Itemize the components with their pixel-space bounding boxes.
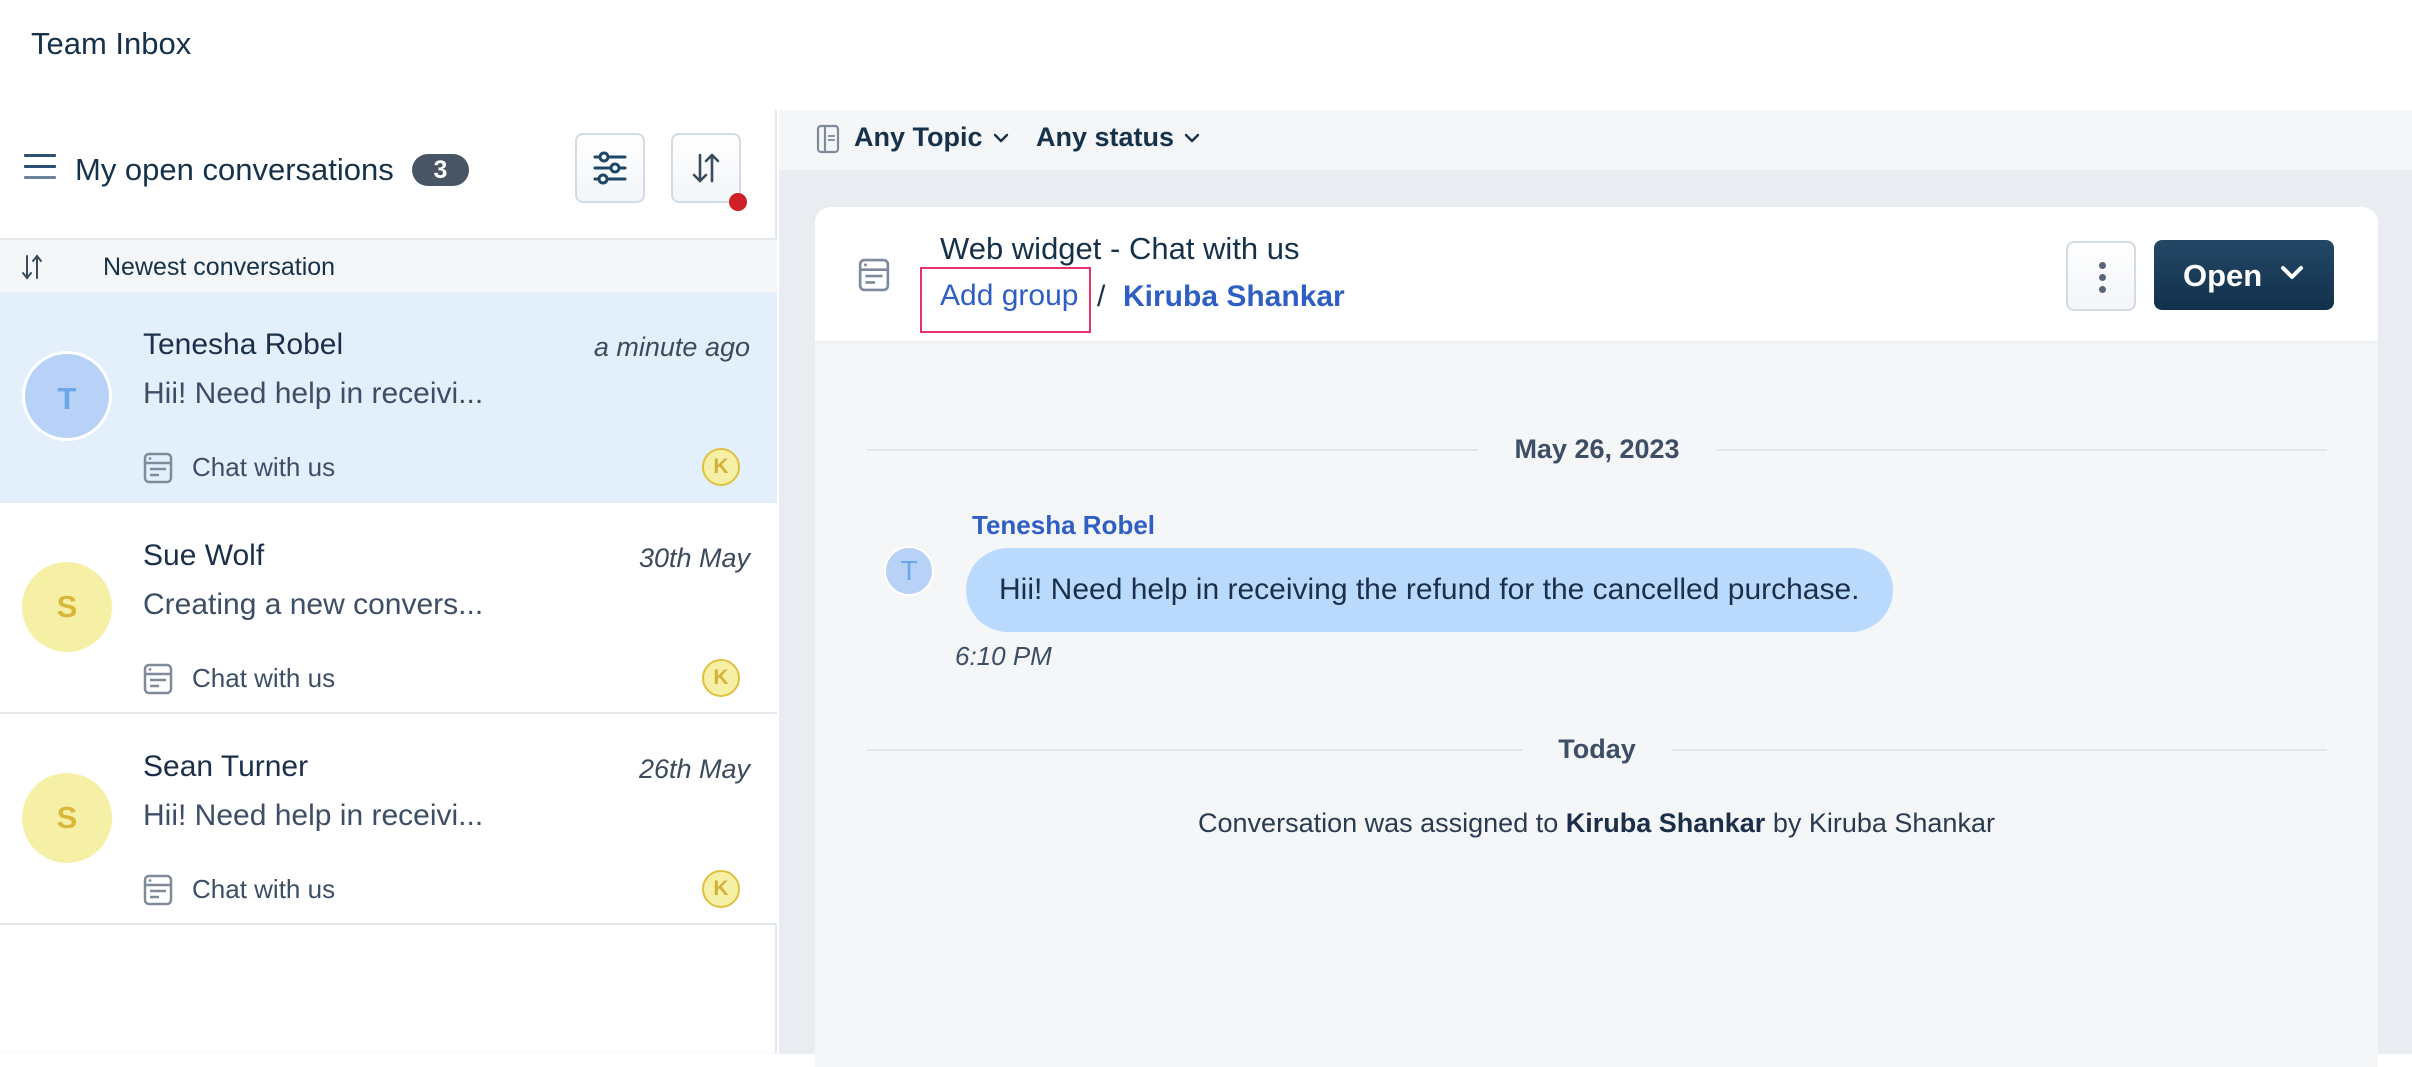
- date-divider: May 26, 2023: [867, 434, 2327, 464]
- sidebar-toggle-icon[interactable]: [816, 124, 840, 154]
- hamburger-menu-icon[interactable]: [24, 154, 56, 180]
- conversation-count-badge: 3: [412, 154, 469, 186]
- breadcrumb-separator: /: [1097, 280, 1106, 313]
- web-widget-icon: [858, 258, 890, 292]
- message-preview: Creating a new convers...: [143, 588, 484, 621]
- message-preview: Hii! Need help in receivi...: [143, 377, 484, 410]
- avatar: S: [22, 773, 112, 863]
- message-sender: Tenesha Robel: [972, 510, 1156, 540]
- status-filter-label: Any status: [1036, 122, 1175, 152]
- conversation-item[interactable]: S Sean Turner 26th May Hii! Need help in…: [0, 714, 777, 925]
- conversation-detail-panel: Any Topic Any status Web widget - Chat w…: [779, 110, 2412, 1067]
- conversation-list: T Tenesha Robel a minute ago Hii! Need h…: [0, 292, 777, 925]
- message-time: 6:10 PM: [955, 641, 1052, 671]
- conversation-item[interactable]: T Tenesha Robel a minute ago Hii! Need h…: [0, 292, 777, 503]
- more-options-button[interactable]: [2066, 241, 2136, 311]
- system-message-prefix: Conversation was assigned to: [1198, 808, 1559, 838]
- web-widget-icon: [143, 663, 173, 695]
- date-divider-label: May 26, 2023: [1478, 434, 1716, 464]
- filter-button[interactable]: [575, 133, 645, 203]
- app-title: Team Inbox: [31, 26, 192, 61]
- chevron-down-icon: [993, 133, 1008, 142]
- agent-avatar: K: [702, 448, 740, 486]
- topic-filter-dropdown[interactable]: Any Topic: [854, 122, 1009, 153]
- conversation-header: Web widget - Chat with us Add group / Ki…: [815, 207, 2378, 343]
- sort-order-row[interactable]: Newest conversation: [0, 238, 777, 292]
- conversation-time: a minute ago: [593, 332, 750, 362]
- agent-avatar: K: [702, 870, 740, 908]
- contact-name: Sue Wolf: [143, 539, 265, 572]
- system-message-assignee: Kiruba Shankar: [1565, 808, 1766, 838]
- topic-filter-label: Any Topic: [854, 122, 983, 152]
- today-divider-label: Today: [1522, 734, 1672, 764]
- sliders-icon: [593, 151, 627, 185]
- filter-bar: Any Topic Any status: [779, 110, 2412, 170]
- app-header: Team Inbox: [0, 0, 2412, 110]
- agent-avatar: K: [702, 659, 740, 697]
- system-message: Conversation was assigned to Kiruba Shan…: [815, 808, 2378, 839]
- web-widget-icon: [143, 874, 173, 906]
- sort-button[interactable]: [671, 133, 747, 211]
- message-preview: Hii! Need help in receivi...: [143, 799, 484, 832]
- contact-name: Sean Turner: [143, 750, 309, 783]
- sort-arrows-icon: [22, 254, 42, 280]
- today-divider: Today: [867, 734, 2327, 764]
- system-message-suffix: by Kiruba Shankar: [1772, 808, 1995, 838]
- status-filter-dropdown[interactable]: Any status: [1036, 122, 1200, 153]
- channel-label: Chat with us: [192, 663, 336, 693]
- web-widget-icon: [143, 452, 173, 484]
- channel-label: Chat with us: [192, 874, 336, 904]
- conversation-item[interactable]: S Sue Wolf 30th May Creating a new conve…: [0, 503, 777, 714]
- conversation-list-panel: My open conversations 3 Newest conversat…: [0, 110, 777, 1054]
- sort-label: Newest conversation: [103, 253, 336, 281]
- avatar: S: [22, 562, 112, 652]
- channel-label: Chat with us: [192, 452, 336, 482]
- contact-name: Tenesha Robel: [143, 328, 344, 361]
- conversation-time: 26th May: [638, 754, 750, 784]
- add-group-link[interactable]: Add group: [920, 267, 1091, 333]
- panel-title: My open conversations: [75, 152, 394, 187]
- panel-header: My open conversations 3: [0, 110, 777, 238]
- conversation-time: 30th May: [638, 543, 750, 573]
- assignee-link[interactable]: Kiruba Shankar: [1123, 280, 1345, 314]
- avatar: T: [22, 351, 112, 441]
- sender-avatar: T: [884, 546, 934, 596]
- notification-dot: [729, 193, 747, 211]
- status-open-button[interactable]: Open: [2154, 240, 2334, 310]
- chevron-down-icon: [2281, 266, 2303, 279]
- sort-arrows-icon: [692, 153, 720, 183]
- conversation-title: Web widget - Chat with us: [940, 231, 1300, 266]
- conversation-card: Web widget - Chat with us Add group / Ki…: [815, 207, 2378, 1067]
- status-button-label: Open: [2183, 258, 2263, 293]
- chevron-down-icon: [1184, 133, 1200, 142]
- message-bubble: Hii! Need help in receiving the refund f…: [966, 548, 1893, 632]
